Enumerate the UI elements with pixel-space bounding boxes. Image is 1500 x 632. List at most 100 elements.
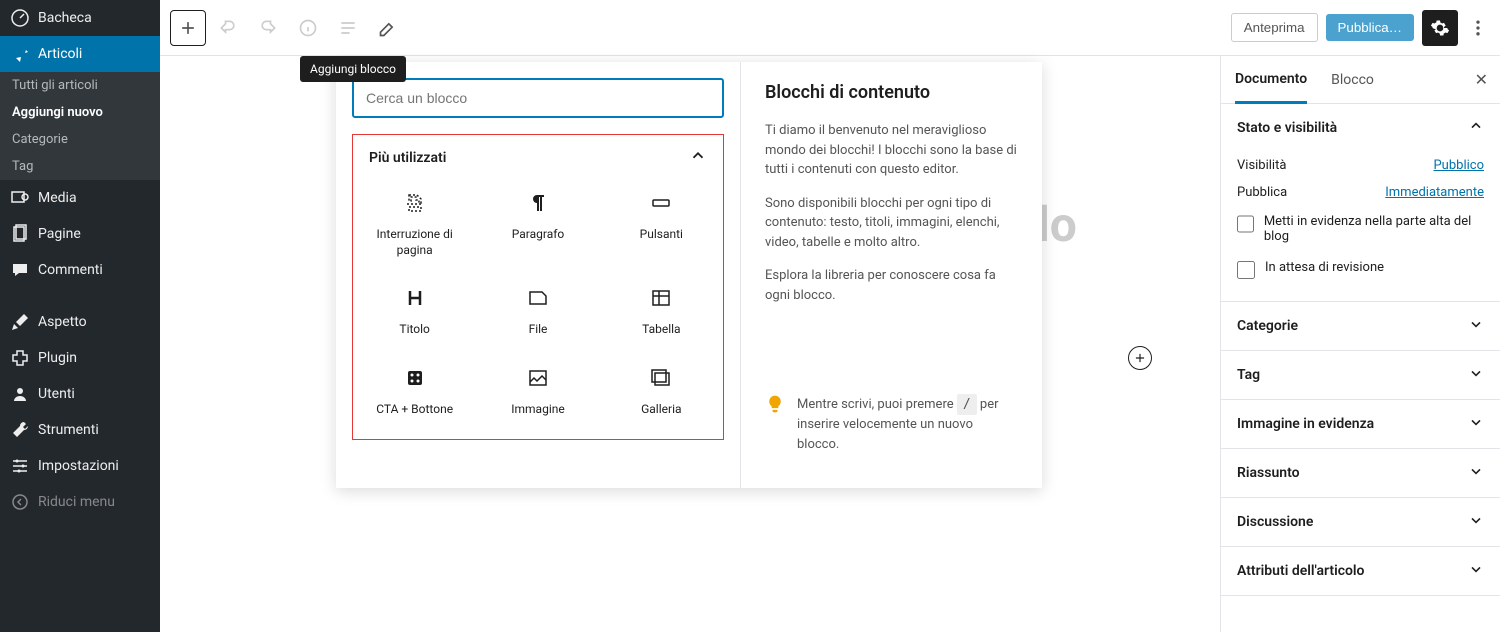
- sidebar-item-settings[interactable]: Impostazioni: [0, 448, 160, 484]
- sidebar-label: Utenti: [38, 386, 75, 402]
- inserter-help-title: Blocchi di contenuto: [765, 82, 1018, 103]
- sidebar-label: Articoli: [38, 46, 82, 62]
- dots-vertical-icon: [1468, 18, 1488, 38]
- editor-toolbar: Anteprima Pubblica…: [160, 0, 1500, 56]
- chevron-up-icon[interactable]: [689, 147, 707, 169]
- close-icon: ✕: [1475, 70, 1488, 89]
- block-item-gallery[interactable]: Galleria: [600, 356, 723, 428]
- block-item-file[interactable]: File: [476, 276, 599, 348]
- preview-button[interactable]: Anteprima: [1231, 13, 1318, 42]
- block-label: Immagine: [511, 402, 564, 418]
- block-label: File: [529, 322, 548, 338]
- block-item-heading[interactable]: Titolo: [353, 276, 476, 348]
- pages-icon: [10, 224, 30, 244]
- block-label: CTA + Bottone: [376, 402, 453, 418]
- media-icon: [10, 188, 30, 208]
- inline-add-block-button[interactable]: [1128, 346, 1152, 370]
- chevron-down-icon: [1468, 463, 1484, 483]
- pin-icon: [10, 44, 30, 64]
- section-status-visibility[interactable]: Stato e visibilità: [1221, 104, 1500, 152]
- section-post-attributes[interactable]: Attributi dell'articolo: [1221, 547, 1500, 595]
- sidebar-label: Aspetto: [38, 314, 87, 330]
- block-item-pagebreak[interactable]: Interruzione di pagina: [353, 181, 476, 268]
- pending-checkbox[interactable]: [1237, 261, 1255, 279]
- chevron-down-icon: [1468, 414, 1484, 434]
- tools-icon: [10, 420, 30, 440]
- chevron-down-icon: [1468, 365, 1484, 385]
- sidebar-item-media[interactable]: Media: [0, 180, 160, 216]
- sidebar-sub-all-posts[interactable]: Tutti gli articoli: [0, 72, 160, 99]
- buttons-icon: [649, 191, 673, 215]
- sidebar-item-appearance[interactable]: Aspetto: [0, 304, 160, 340]
- undo-button[interactable]: [210, 10, 246, 46]
- block-label: Titolo: [399, 322, 430, 338]
- sidebar-label: Media: [38, 190, 77, 206]
- chevron-down-icon: [1468, 316, 1484, 336]
- sidebar-label: Plugin: [38, 350, 77, 366]
- inserter-help-text: Ti diamo il benvenuto nel meraviglioso m…: [765, 121, 1018, 180]
- tab-document[interactable]: Documento: [1235, 57, 1307, 104]
- sidebar-sub-categories[interactable]: Categorie: [0, 126, 160, 153]
- admin-sidebar: Bacheca Articoli Tutti gli articoli Aggi…: [0, 0, 160, 632]
- section-excerpt[interactable]: Riassunto: [1221, 449, 1500, 497]
- pencil-icon: [378, 18, 398, 38]
- sidebar-sub-tags[interactable]: Tag: [0, 153, 160, 180]
- sidebar-item-users[interactable]: Utenti: [0, 376, 160, 412]
- table-icon: [649, 286, 673, 310]
- sidebar-item-dashboard[interactable]: Bacheca: [0, 0, 160, 36]
- block-label: Paragrafo: [512, 227, 565, 243]
- visibility-label: Visibilità: [1237, 158, 1286, 173]
- sidebar-sub-add-new[interactable]: Aggiungi nuovo: [0, 99, 160, 126]
- add-block-button[interactable]: [170, 10, 206, 46]
- sidebar-item-tools[interactable]: Strumenti: [0, 412, 160, 448]
- inserter-help-text: Esplora la libreria per conoscere cosa f…: [765, 266, 1018, 305]
- lightbulb-icon: [765, 394, 785, 455]
- section-tags[interactable]: Tag: [1221, 351, 1500, 399]
- inserter-tip: Mentre scrivi, puoi premere / per inseri…: [765, 380, 1018, 469]
- panel-title: Più utilizzati: [369, 150, 446, 166]
- sidebar-item-posts[interactable]: Articoli: [0, 36, 160, 72]
- sidebar-label: Pagine: [38, 226, 81, 242]
- outline-button[interactable]: [330, 10, 366, 46]
- sticky-checkbox-row[interactable]: Metti in evidenza nella parte alta del b…: [1237, 206, 1484, 252]
- redo-button[interactable]: [250, 10, 286, 46]
- section-discussion[interactable]: Discussione: [1221, 498, 1500, 546]
- block-item-table[interactable]: Tabella: [600, 276, 723, 348]
- block-search-input[interactable]: [352, 78, 724, 118]
- close-panel-button[interactable]: ✕: [1475, 70, 1488, 89]
- sidebar-item-collapse[interactable]: Riduci menu: [0, 484, 160, 520]
- visibility-value-link[interactable]: Pubblico: [1433, 158, 1484, 173]
- inserter-help-text: Sono disponibili blocchi per ogni tipo d…: [765, 194, 1018, 253]
- sidebar-item-plugins[interactable]: Plugin: [0, 340, 160, 376]
- block-item-cta[interactable]: CTA + Bottone: [353, 356, 476, 428]
- info-button[interactable]: [290, 10, 326, 46]
- pending-checkbox-row[interactable]: In attesa di revisione: [1237, 252, 1484, 287]
- sticky-checkbox[interactable]: [1237, 215, 1254, 233]
- gallery-icon: [649, 366, 673, 390]
- comments-icon: [10, 260, 30, 280]
- publish-button[interactable]: Pubblica…: [1326, 14, 1414, 41]
- section-categories[interactable]: Categorie: [1221, 302, 1500, 350]
- pagebreak-icon: [403, 191, 427, 215]
- add-block-tooltip: Aggiungi blocco: [300, 56, 406, 82]
- file-icon: [526, 286, 550, 310]
- section-featured-image[interactable]: Immagine in evidenza: [1221, 400, 1500, 448]
- image-icon: [526, 366, 550, 390]
- more-options-button[interactable]: [1466, 10, 1490, 46]
- sidebar-item-pages[interactable]: Pagine: [0, 216, 160, 252]
- undo-icon: [218, 18, 238, 38]
- heading-icon: [403, 286, 427, 310]
- sidebar-submenu: Tutti gli articoli Aggiungi nuovo Catego…: [0, 72, 160, 180]
- publish-label: Pubblica: [1237, 185, 1287, 200]
- block-label: Interruzione di pagina: [357, 227, 472, 258]
- edit-mode-button[interactable]: [370, 10, 406, 46]
- cta-icon: [403, 366, 427, 390]
- sidebar-item-comments[interactable]: Commenti: [0, 252, 160, 288]
- block-item-image[interactable]: Immagine: [476, 356, 599, 428]
- block-item-buttons[interactable]: Pulsanti: [600, 181, 723, 268]
- block-item-paragraph[interactable]: Paragrafo: [476, 181, 599, 268]
- paragraph-icon: [526, 191, 550, 215]
- publish-value-link[interactable]: Immediatamente: [1385, 185, 1484, 200]
- tab-block[interactable]: Blocco: [1331, 58, 1374, 102]
- settings-toggle-button[interactable]: [1422, 10, 1458, 46]
